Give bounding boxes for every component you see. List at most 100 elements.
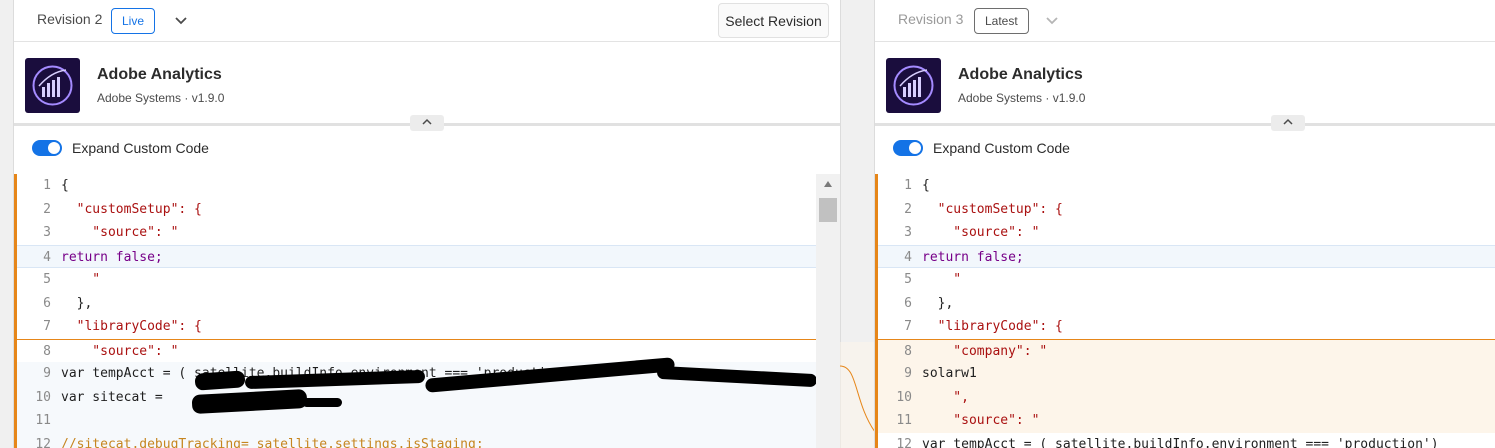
code-line: 5 ": [878, 268, 1495, 292]
collapse-button[interactable]: [410, 115, 444, 131]
latest-badge: Latest: [974, 8, 1029, 34]
code-text: "source": ": [61, 225, 179, 240]
code-text: solarw1: [922, 366, 977, 381]
toggle-knob: [909, 142, 921, 154]
line-number: 12: [35, 436, 51, 448]
code-text: },: [61, 295, 93, 311]
collapse-button[interactable]: [1271, 115, 1305, 131]
revision-header: Revision 3 Latest: [875, 0, 1495, 42]
code-line: 4 return false;: [878, 244, 1495, 268]
code-text: "customSetup": {: [61, 201, 202, 217]
line-number: 12: [896, 436, 912, 448]
line-number: 3: [904, 225, 912, 240]
code-line: 11: [17, 409, 840, 433]
code-text: },: [922, 295, 954, 311]
code-line: 2 "customSetup": {: [17, 198, 840, 222]
line-number: 4: [904, 249, 912, 265]
scroll-up-arrow-icon: [824, 181, 832, 187]
code-text: "customSetup": {: [922, 201, 1063, 217]
redaction-mark: [302, 398, 342, 407]
redaction-mark: [194, 370, 246, 391]
adobe-analytics-logo-icon: [886, 58, 941, 113]
code-line: 3 "source": ": [878, 221, 1495, 245]
code-text: "libraryCode": {: [61, 319, 202, 334]
toggle-label: Expand Custom Code: [933, 140, 1070, 156]
code-text: //sitecat.debugTracking= satellite.setti…: [61, 436, 484, 448]
chevron-up-icon: [422, 118, 432, 125]
code-text: var tempAcct = ( satellite.buildInfo.env…: [922, 436, 1439, 448]
code-line: 9 solarw1: [878, 362, 1495, 386]
line-number: 4: [43, 249, 51, 265]
revision-label: Revision 2: [37, 11, 103, 27]
extension-name: Adobe Analytics: [97, 66, 222, 83]
expand-code-toggle-row: Expand Custom Code: [14, 136, 840, 162]
line-number: 7: [904, 319, 912, 334]
code-line: 12 var tempAcct = ( satellite.buildInfo.e…: [878, 433, 1495, 448]
line-number: 8: [43, 343, 51, 359]
revision-label: Revision 3: [898, 11, 964, 27]
line-number: 5: [904, 272, 912, 287]
code-text: ",: [922, 389, 969, 405]
live-badge: Live: [111, 8, 156, 34]
code-line: 11 "source": ": [878, 409, 1495, 433]
code-text: ": [61, 272, 101, 287]
extension-name: Adobe Analytics: [958, 66, 1083, 83]
scrollbar-thumb[interactable]: [819, 198, 837, 222]
code-line: 4 return false;: [17, 244, 840, 268]
line-number: 9: [43, 366, 51, 381]
code-line: 8 "source": ": [17, 338, 840, 363]
expand-code-toggle[interactable]: [32, 140, 62, 156]
code-text: ": [922, 272, 962, 287]
code-line: 6 },: [17, 292, 840, 316]
toggle-knob: [48, 142, 60, 154]
line-number: 9: [904, 366, 912, 381]
select-revision-button[interactable]: Select Revision: [718, 3, 829, 38]
diff-connector: [840, 342, 875, 448]
code-text: {: [61, 178, 69, 193]
extension-header: Adobe Analytics Adobe Systems · v1.9.0: [875, 43, 1495, 123]
line-number: 2: [904, 201, 912, 217]
line-number: 8: [904, 343, 912, 359]
code-editor[interactable]: 1{ 2 "customSetup": { 3 "source": " 4 ret…: [875, 174, 1495, 448]
code-line: 8 "company": ": [878, 338, 1495, 362]
line-number: 10: [35, 389, 51, 405]
code-line: 12 //sitecat.debugTracking= satellite.set…: [17, 432, 840, 448]
extension-meta: Adobe Systems · v1.9.0: [958, 91, 1086, 105]
code-text: return false;: [61, 249, 163, 265]
code-line: 6 },: [878, 292, 1495, 316]
line-number: 1: [43, 178, 51, 193]
code-text: "libraryCode": {: [922, 319, 1063, 334]
line-number: 6: [43, 295, 51, 311]
line-number: 10: [896, 389, 912, 405]
code-line: 5 ": [17, 268, 840, 292]
chevron-down-icon[interactable]: [173, 12, 189, 28]
code-line: 1{: [878, 174, 1495, 198]
code-text: return false;: [922, 249, 1024, 265]
vertical-scrollbar[interactable]: [816, 174, 840, 448]
line-number: 11: [896, 413, 912, 428]
code-line: 10 ",: [878, 385, 1495, 409]
line-number: 3: [43, 225, 51, 240]
line-number: 7: [43, 319, 51, 334]
code-text: "source": ": [922, 225, 1040, 240]
chevron-down-icon[interactable]: [1044, 12, 1060, 28]
expand-code-toggle[interactable]: [893, 140, 923, 156]
revision-header: Revision 2 Live Select Revision: [14, 0, 840, 42]
collapse-divider: [875, 123, 1495, 126]
right-revision-panel: Revision 3 Latest Adobe Analytics Adobe …: [874, 0, 1495, 448]
code-text: "source": ": [61, 343, 179, 359]
code-line: 3 "source": ": [17, 221, 840, 245]
code-text: "source": ": [922, 413, 1040, 428]
line-number: 5: [43, 272, 51, 287]
code-line: 1{: [17, 174, 840, 198]
code-text: "company": ": [922, 343, 1048, 359]
code-editor[interactable]: 1{ 2 "customSetup": { 3 "source": " 4 ret…: [14, 174, 840, 448]
line-number: 11: [35, 413, 51, 428]
extension-meta: Adobe Systems · v1.9.0: [97, 91, 225, 105]
extension-header: Adobe Analytics Adobe Systems · v1.9.0: [14, 43, 840, 123]
code-line: 7 "libraryCode": {: [878, 315, 1495, 339]
line-number: 2: [43, 201, 51, 217]
code-text: {: [922, 178, 930, 193]
toggle-label: Expand Custom Code: [72, 140, 209, 156]
adobe-analytics-logo-icon: [25, 58, 80, 113]
